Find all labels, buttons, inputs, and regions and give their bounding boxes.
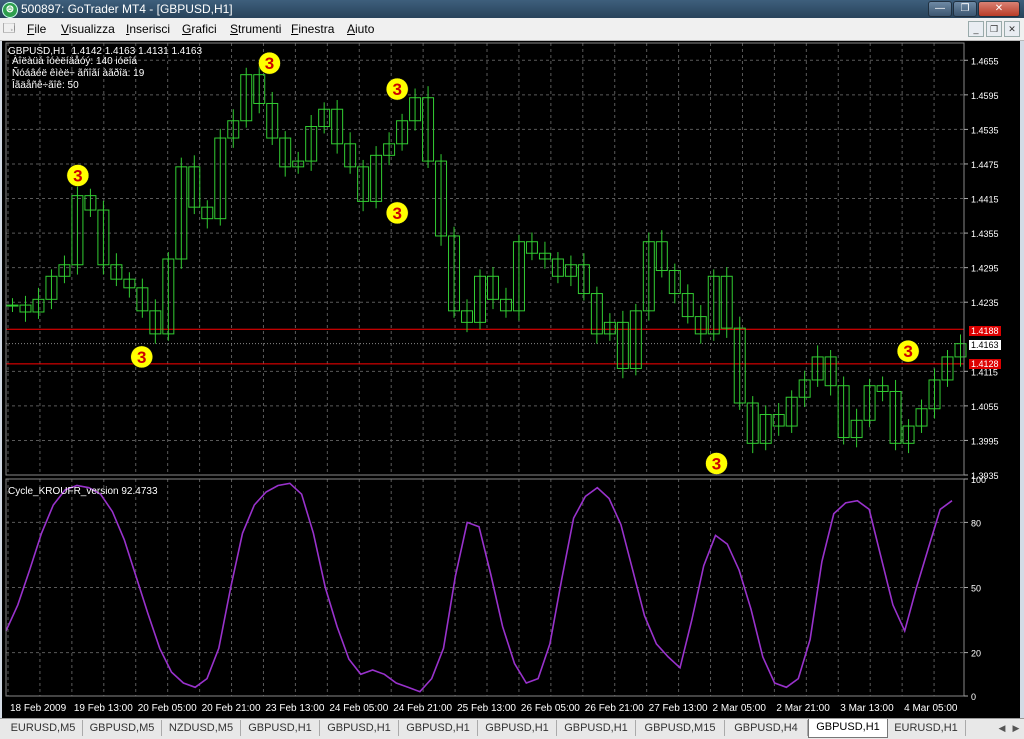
tab-scroll-right-icon[interactable]: ▶ — [1010, 721, 1022, 735]
chart-canvas[interactable]: 3 3 3 3 3 3 3 18 Feb 2009 19 Feb 13:00 20 Feb 05… — [2, 41, 1020, 718]
indicator-y-tick-label: 50 — [971, 584, 981, 594]
indicator-y-tick-label: 100 — [971, 475, 986, 485]
cycle-marker-label: 3 — [137, 348, 146, 367]
tab-gbpusd-h1[interactable]: GBPUSD,H1 — [241, 720, 320, 736]
document-icon[interactable]: 🗔 — [2, 21, 16, 35]
window-title: 500897: GoTrader MT4 - [GBPUSD,H1] — [21, 2, 233, 16]
cycle-marker-label: 3 — [392, 80, 401, 99]
y-tick-label: 1.4655 — [971, 56, 999, 66]
x-tick-label: 24 Feb 21:00 — [393, 703, 452, 714]
x-tick-label: 18 Feb 2009 — [10, 703, 67, 714]
x-tick-label: 25 Feb 13:00 — [457, 703, 516, 714]
y-tick-label: 1.4055 — [971, 402, 999, 412]
y-tick-label: 1.4475 — [971, 160, 999, 170]
y-tick-label: 1.4235 — [971, 298, 999, 308]
chart-info-line: Îãäåñê÷ãîê: 50 — [12, 80, 79, 91]
menu-grafici[interactable]: Grafici — [182, 22, 217, 36]
menu-file[interactable]: File — [27, 22, 46, 36]
menu-finestra[interactable]: Finestra — [291, 22, 334, 36]
tab-nzdusd-m5[interactable]: NZDUSD,M5 — [162, 720, 241, 736]
y-tick-label: 1.4355 — [971, 229, 999, 239]
bid-price-label: 1.4163 — [969, 340, 1001, 350]
chart-tab-bar: EURUSD,M5 GBPUSD,M5 NZDUSD,M5 GBPUSD,H1 … — [0, 718, 1024, 739]
x-tick-label: 20 Feb 21:00 — [202, 703, 261, 714]
tab-gbpusd-h4[interactable]: GBPUSD,H4 — [725, 720, 808, 736]
price-pane-border — [5, 42, 965, 476]
menu-visualizza[interactable]: Visualizza — [61, 22, 115, 36]
tab-gbpusd-m15[interactable]: GBPUSD,M15 — [636, 720, 725, 736]
close-button[interactable]: ✕ — [978, 1, 1020, 17]
tab-eurusd-h1[interactable]: EURUSD,H1 — [887, 720, 966, 736]
x-tick-label: 19 Feb 13:00 — [74, 703, 133, 714]
y-tick-label: 1.4595 — [971, 91, 999, 101]
x-tick-label: 4 Mar 05:00 — [904, 703, 958, 714]
x-tick-label: 2 Mar 05:00 — [713, 703, 767, 714]
x-tick-label: 2 Mar 21:00 — [776, 703, 830, 714]
mdi-minimize-button[interactable]: _ — [968, 21, 984, 37]
y-tick-label: 1.4415 — [971, 195, 999, 205]
menu-inserisci[interactable]: Inserisci — [126, 22, 170, 36]
menu-strumenti[interactable]: Strumenti — [230, 22, 281, 36]
tab-eurusd-m5[interactable]: EURUSD,M5 — [4, 720, 83, 736]
minimize-button[interactable]: — — [928, 1, 952, 17]
title-bar: ⊜ 500897: GoTrader MT4 - [GBPUSD,H1] — ❐… — [0, 0, 1024, 18]
y-tick-label: 1.3995 — [971, 436, 999, 446]
x-tick-label: 26 Feb 05:00 — [521, 703, 580, 714]
mdi-restore-button[interactable]: ❐ — [986, 21, 1002, 37]
x-tick-label: 27 Feb 13:00 — [649, 703, 708, 714]
cycle-marker-label: 3 — [73, 166, 82, 185]
chart-info-line: Ñóáâéë êìèë÷ ãñîãí àãðîä: 19 — [12, 68, 145, 79]
chart-info-line: Àîëàüá îóèëíäåóý: 140 ióëîá — [12, 56, 138, 67]
chart-grid — [6, 43, 964, 697]
tab-scroll-left-icon[interactable]: ◀ — [996, 721, 1008, 735]
lower-level-label: 1.4128 — [969, 359, 1001, 369]
cycle-marker-label: 3 — [392, 204, 401, 223]
indicator-title: Cycle_KROUFR_version 92.4733 — [8, 486, 158, 497]
chart-window[interactable]: 3 3 3 3 3 3 3 18 Feb 2009 19 Feb 13:00 20 Feb 05… — [2, 41, 1020, 718]
x-tick-label: 3 Mar 13:00 — [840, 703, 894, 714]
price-series — [6, 65, 967, 454]
cycle-marker-label: 3 — [903, 342, 912, 361]
tab-gbpusd-h1[interactable]: GBPUSD,H1 — [320, 720, 399, 736]
y-tick-label: 1.4535 — [971, 125, 999, 135]
x-tick-label: 24 Feb 05:00 — [329, 703, 388, 714]
x-tick-label: 20 Feb 05:00 — [138, 703, 197, 714]
x-tick-label: 23 Feb 13:00 — [265, 703, 324, 714]
menu-bar: 🗔 File Visualizza Inserisci Grafici Stru… — [0, 18, 1024, 41]
menu-aiuto[interactable]: Aiuto — [347, 22, 374, 36]
tab-gbpusd-h1[interactable]: GBPUSD,H1 — [557, 720, 636, 736]
tab-gbpusd-h1[interactable]: GBPUSD,H1 — [399, 720, 478, 736]
indicator-pane-border — [5, 478, 965, 697]
indicator-y-tick-label: 0 — [971, 692, 976, 702]
chart-axes: 18 Feb 2009 19 Feb 13:00 20 Feb 05:00 20 Fe… — [5, 42, 999, 714]
app-logo-icon: ⊜ — [2, 2, 18, 18]
upper-level-label: 1.4188 — [969, 326, 1001, 336]
tab-gbpusd-h1[interactable]: GBPUSD,H1 — [478, 720, 557, 736]
mdi-close-button[interactable]: ✕ — [1004, 21, 1020, 37]
restore-button[interactable]: ❐ — [953, 1, 977, 17]
tab-gbpusd-m5[interactable]: GBPUSD,M5 — [83, 720, 162, 736]
indicator-y-tick-label: 80 — [971, 518, 981, 528]
cycle-marker-label: 3 — [265, 54, 274, 73]
indicator-y-tick-label: 20 — [971, 649, 981, 659]
tab-gbpusd-h1-active[interactable]: GBPUSD,H1 — [808, 719, 888, 738]
candle-body — [6, 304, 19, 307]
cycle-marker-label: 3 — [712, 454, 721, 473]
x-tick-label: 26 Feb 21:00 — [585, 703, 644, 714]
y-tick-label: 1.4295 — [971, 264, 999, 274]
